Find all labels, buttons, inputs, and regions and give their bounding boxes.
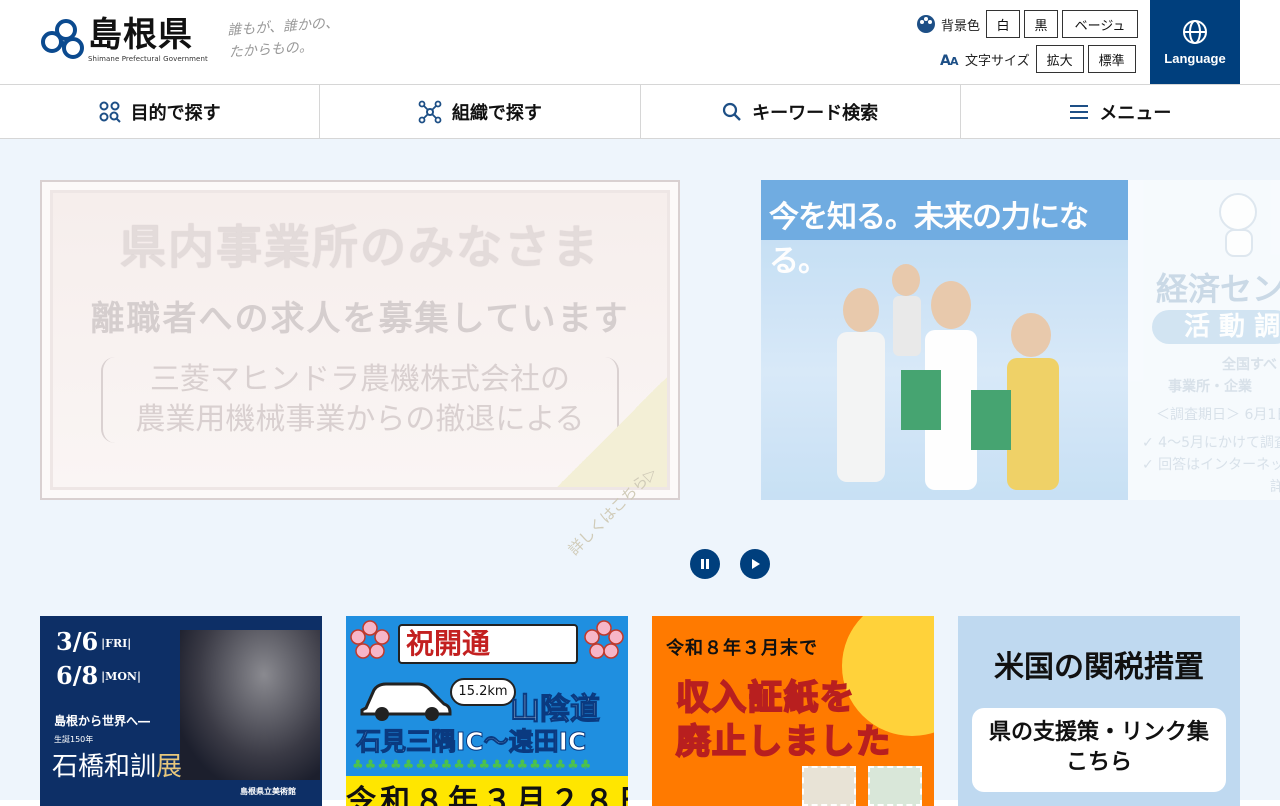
bg-color-label: 背景色 — [916, 14, 980, 34]
slide-box-line2: 農業用機械事業からの撤退による — [135, 402, 585, 437]
font-enlarge-button[interactable]: 拡大 — [1035, 45, 1084, 73]
banner-revenue-stamp[interactable]: 令和８年３月末で 収入証紙を 廃止しました — [652, 616, 934, 806]
language-label: Language — [1164, 50, 1226, 66]
slide3-line5: ✓ 回答はインターネット — [1142, 457, 1280, 473]
slide3-line3: ＜調査期日＞ 6月1日 — [1156, 407, 1280, 423]
hamburger-menu-icon — [1070, 104, 1089, 119]
tagline: 誰もが、誰かの、 たからもの。 — [227, 12, 342, 64]
section-name: 石見三隅IC～遠田IC — [355, 727, 587, 757]
hero-section: 県内事業所のみなさま 離職者への求人を募集しています 三菱マヒンドラ農機株式会社… — [0, 139, 1280, 806]
cherry-blossom-icon — [350, 620, 390, 659]
slide-title: 県内事業所のみなさま — [120, 220, 600, 274]
nav-search-by-purpose[interactable]: 目的で探す — [0, 85, 321, 138]
clover-decoration: ♣♣♣♣♣♣♣♣♣♣♣♣♣♣♣♣♣♣♣ — [352, 758, 593, 773]
exhibition-anniversary: 生誕150年 — [54, 735, 94, 744]
slide3-line6: 詳 — [1270, 479, 1280, 495]
slide-inner: 県内事業所のみなさま 離職者への求人を募集しています 三菱マヒンドラ農機株式会社… — [50, 190, 670, 559]
site-logo[interactable]: 島根県 Shimane Prefectural Government — [40, 16, 208, 66]
slide-box: 三菱マヒンドラ農機株式会社の 農業用機械事業からの撤退による — [101, 357, 619, 443]
slide-headline: 今を知る。未来の力になる。 — [761, 180, 1128, 279]
palette-icon — [917, 15, 935, 33]
search-icon — [723, 102, 741, 121]
day-start: |FRI| — [101, 636, 132, 650]
celebration-text: 祝開通 — [398, 624, 578, 664]
painting-image — [180, 630, 320, 780]
slide3-line1: 全国すべ — [1222, 357, 1278, 373]
banner4-box-line1: 県の支援策・リンク集 — [988, 720, 1209, 745]
exhibition-title-name: 石橋和訓 — [52, 752, 157, 782]
day-end: |MON| — [101, 670, 141, 683]
nav-label: 組織で探す — [451, 102, 542, 124]
banner3-line3: 廃止しました — [675, 721, 892, 763]
date-start: 3/6 — [56, 627, 99, 656]
opening-date: 令和８年３月２８日 — [346, 776, 628, 806]
museum-name: 島根県立美術館 — [240, 787, 296, 796]
slide3-line2: 事業所・企業 — [1168, 379, 1252, 395]
bg-beige-button[interactable]: ベージュ — [1062, 10, 1139, 38]
slider-play-button[interactable] — [740, 549, 770, 579]
font-size-control: A A 文字サイズ 拡大 標準 — [940, 45, 1140, 73]
slide3-line4: ✓ 4～5月にかけて調査 — [1142, 435, 1280, 451]
nav-keyword-search[interactable]: キーワード検索 — [641, 85, 961, 138]
font-size-text: 文字サイズ — [965, 53, 1030, 69]
text-size-icon: A A — [940, 53, 959, 67]
main-nav: 目的で探す 組織で探す キーワード検索 メニュー — [0, 85, 1280, 139]
bg-black-button[interactable]: 黒 — [1024, 10, 1059, 38]
bg-white-button[interactable]: 白 — [986, 10, 1021, 38]
banner3-line2: 収入証紙を — [675, 677, 856, 719]
globe-icon — [1183, 19, 1207, 44]
exhibition-title-suffix: 展 — [156, 752, 183, 782]
banner4-box-line2: こちら — [1065, 750, 1132, 775]
logo-subtitle: Shimane Prefectural Government — [88, 55, 208, 63]
slide3-band: 活 動 調 — [1152, 310, 1280, 344]
bg-color-text: 背景色 — [941, 18, 981, 34]
site-header: 島根県 Shimane Prefectural Government 誰もが、誰… — [0, 0, 1280, 85]
slide-census-poster[interactable]: 今を知る。未来の力になる。 — [761, 180, 1128, 500]
car-icon — [360, 682, 452, 721]
banner-ishibashi-exhibition[interactable]: 3/6 |FRI| 6/8 |MON| 島根から世界へ― 生誕150年 石橋和訓展 … — [40, 616, 322, 806]
slide-economic-census[interactable]: 経済セン 活 動 調 全国すべ 事業所・企業 ＜調査期日＞ 6月1日 ✓ 4～5… — [1128, 180, 1280, 500]
nav-menu[interactable]: メニュー — [961, 85, 1280, 138]
slide-corner-text: 詳しくはこちら▷ — [565, 463, 661, 559]
banner-sanin-expressway[interactable]: 祝開通 15.2km 山陰道 石見三隅IC～遠田IC ♣♣♣♣♣♣♣♣♣♣♣♣♣… — [346, 616, 628, 806]
organization-network-icon — [418, 100, 442, 123]
exhibition-title: 石橋和訓展 — [52, 746, 182, 783]
nav-label: メニュー — [1099, 102, 1172, 124]
background-color-control: 背景色 白 黒 ベージュ — [916, 10, 1142, 38]
cherry-blossom-icon — [584, 620, 624, 659]
mascot-illustration — [1219, 193, 1257, 257]
stamp-image — [802, 766, 856, 806]
play-icon — [752, 559, 760, 569]
purpose-grid-icon — [99, 101, 121, 123]
banner4-title: 米国の関税措置 — [994, 650, 1204, 685]
font-standard-button[interactable]: 標準 — [1087, 45, 1136, 73]
slide-corner-link: 詳しくはこちら▷ — [557, 377, 667, 559]
svg-text:A: A — [950, 55, 959, 67]
nav-search-by-organization[interactable]: 組織で探す — [320, 85, 641, 138]
slide3-title: 経済セン — [1156, 270, 1280, 308]
slide-job-recruitment[interactable]: 県内事業所のみなさま 離職者への求人を募集しています 三菱マヒンドラ農機株式会社… — [40, 180, 680, 559]
banner3-line1: 令和８年３月末で — [666, 638, 818, 659]
font-size-label: A A 文字サイズ — [940, 50, 1030, 69]
exhibition-subtitle: 島根から世界へ― — [54, 714, 151, 728]
language-button[interactable]: Language — [1150, 0, 1240, 84]
date-end: 6/8 — [56, 660, 99, 690]
banner-us-tariff[interactable]: 米国の関税措置 県の支援策・リンク集 こちら — [958, 616, 1240, 806]
banner4-link-box: 県の支援策・リンク集 こちら — [972, 708, 1226, 792]
pause-icon — [701, 559, 709, 569]
slide-box-line1: 三菱マヒンドラ農機株式会社の — [150, 362, 570, 397]
nav-label: キーワード検索 — [752, 102, 879, 124]
slide-subtitle: 離職者への求人を募集しています — [90, 299, 630, 339]
distance-badge: 15.2km — [450, 678, 516, 706]
exhibition-dates: 3/6 |FRI| 6/8 |MON| — [56, 626, 141, 693]
logo-name: 島根県 — [88, 15, 193, 55]
people-illustration — [837, 264, 1059, 490]
nav-label: 目的で探す — [130, 102, 221, 124]
slider-pause-button[interactable] — [690, 549, 720, 579]
shimane-emblem-icon — [41, 19, 84, 59]
stamp-image — [868, 766, 922, 806]
